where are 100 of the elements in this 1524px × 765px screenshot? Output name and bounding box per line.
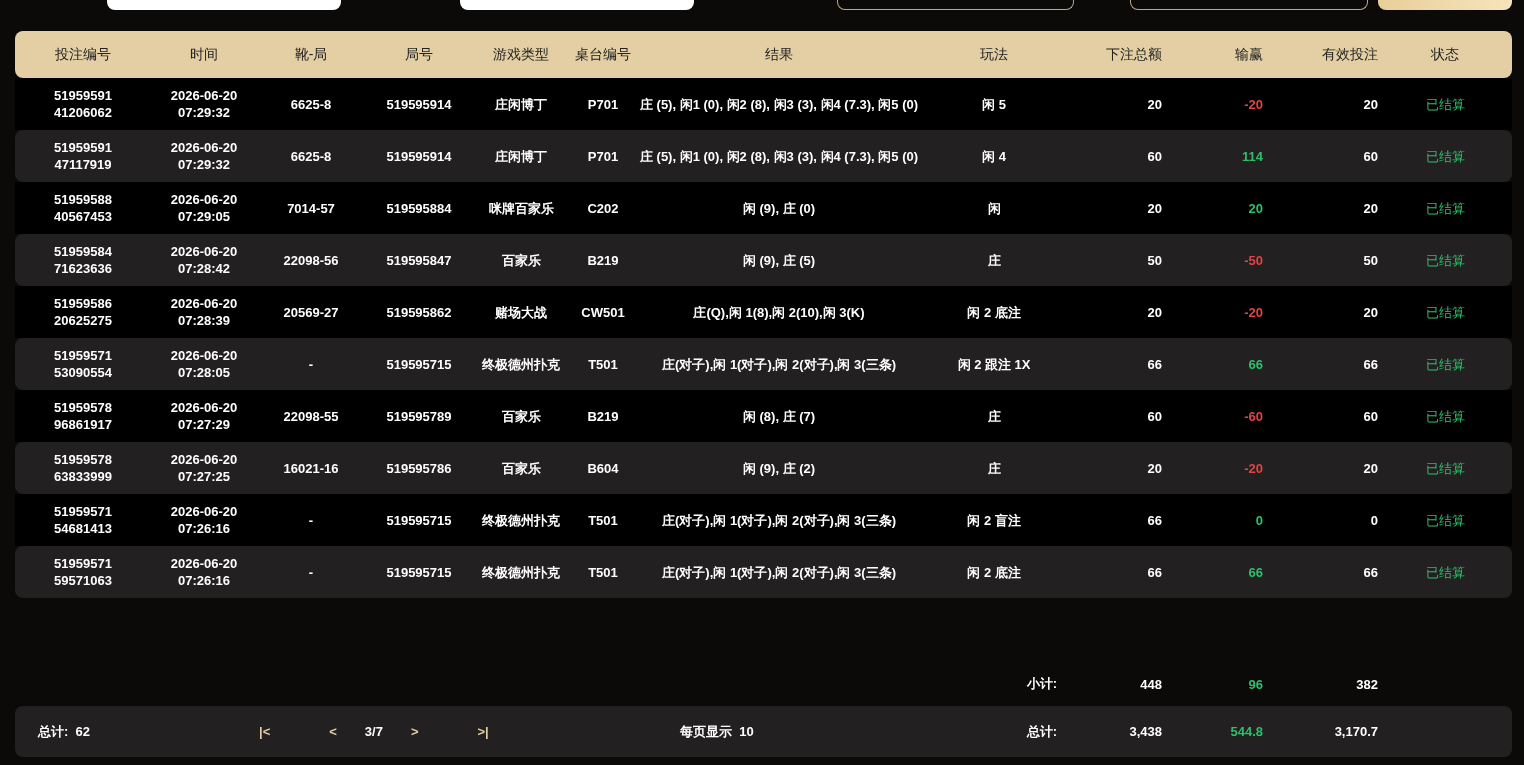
- bet-id: 5195958471623636: [53, 243, 113, 277]
- bet-total: 20: [1146, 459, 1162, 477]
- shoe-round: -: [307, 511, 315, 529]
- win-loss: -20: [1244, 303, 1263, 321]
- bet-total: 50: [1146, 251, 1162, 269]
- valid-bet: 66: [1362, 563, 1378, 581]
- column-header: 投注编号: [54, 45, 112, 64]
- game-type: 终极德州扑克: [481, 511, 561, 529]
- bet-time: 2026-06-20 07:26:16: [169, 555, 239, 589]
- status-text: 已结算: [1424, 407, 1466, 425]
- game-type: 百家乐: [500, 459, 542, 477]
- result-text: 庄 (5), 闲1 (0), 闲2 (8), 闲3 (3), 闲4 (7.3), 闲5 (0): [638, 95, 920, 113]
- bet-type: 庄: [986, 251, 1002, 269]
- column-header: 下注总额: [1105, 45, 1162, 64]
- page-indicator: 3/7: [364, 724, 383, 739]
- valid-bet: 60: [1362, 147, 1378, 165]
- input-field[interactable]: [837, 0, 1075, 10]
- total-bet-total: 3,438: [1128, 724, 1162, 739]
- shoe-round: 6625-8: [289, 147, 333, 165]
- column-header: 输赢: [1234, 45, 1263, 64]
- status-text: 已结算: [1424, 563, 1466, 581]
- prev-page-button[interactable]: <: [329, 724, 337, 739]
- shoe-round: 6625-8: [289, 95, 333, 113]
- bet-type: 闲 4: [981, 147, 1007, 165]
- column-header: 有效投注: [1321, 45, 1378, 64]
- shoe-round: -: [307, 563, 315, 581]
- table-id: P701: [586, 147, 620, 165]
- bet-type: 闲 2 底注: [966, 563, 1022, 581]
- round-id: 519595789: [385, 407, 453, 425]
- first-page-button[interactable]: |<: [259, 724, 271, 739]
- bet-time: 2026-06-20 07:28:42: [169, 243, 239, 277]
- result-text: 庄(对子),闲 1(对子),闲 2(对子),闲 3(三条): [661, 563, 897, 581]
- shoe-round: 22098-55: [282, 407, 340, 425]
- column-header: 靴-局: [293, 45, 329, 64]
- game-type: 咪牌百家乐: [487, 199, 555, 217]
- input-field[interactable]: [107, 0, 342, 10]
- table-id: T501: [587, 355, 619, 373]
- game-type: 庄闲博丁: [494, 147, 548, 165]
- subtotal-win-loss: 96: [1247, 676, 1263, 692]
- shoe-round: 22098-56: [282, 251, 340, 269]
- page-size: 每页显示 10: [679, 722, 754, 741]
- round-id: 519595862: [385, 303, 453, 321]
- status-text: 已结算: [1424, 95, 1466, 113]
- valid-bet: 60: [1362, 407, 1378, 425]
- total-valid-bet: 3,170.7: [1333, 724, 1378, 739]
- table-id: T501: [587, 563, 619, 581]
- game-type: 庄闲博丁: [494, 95, 548, 113]
- subtotal-label: 小计:: [1026, 675, 1058, 693]
- status-text: 已结算: [1424, 147, 1466, 165]
- win-loss: 114: [1242, 147, 1263, 165]
- game-type: 百家乐: [500, 407, 542, 425]
- bet-time: 2026-06-20 07:28:05: [169, 347, 239, 381]
- bet-total: 66: [1146, 563, 1162, 581]
- total-win-loss: 544.8: [1229, 724, 1263, 739]
- bet-total: 66: [1146, 355, 1162, 373]
- bet-type: 闲 2 跟注 1X: [956, 355, 1032, 373]
- valid-bet: 50: [1362, 251, 1378, 269]
- win-loss: -20: [1244, 95, 1263, 113]
- round-id: 519595884: [385, 199, 453, 217]
- win-loss: -60: [1244, 407, 1263, 425]
- column-header: 结果: [764, 45, 794, 64]
- win-loss: -20: [1244, 459, 1263, 477]
- result-text: 闲 (8), 庄 (7): [741, 407, 817, 425]
- input-field[interactable]: [1130, 0, 1368, 10]
- game-type: 终极德州扑克: [481, 563, 561, 581]
- status-text: 已结算: [1424, 251, 1466, 269]
- table-id: C202: [586, 199, 620, 217]
- status-text: 已结算: [1424, 459, 1466, 477]
- last-page-button[interactable]: >|: [477, 724, 489, 739]
- column-header: 玩法: [979, 45, 1009, 64]
- bet-type: 庄: [986, 459, 1002, 477]
- next-page-button[interactable]: >: [410, 724, 419, 739]
- bet-id: 5195959141206062: [53, 87, 113, 121]
- result-text: 庄 (5), 闲1 (0), 闲2 (8), 闲3 (3), 闲4 (7.3), 闲5 (0): [638, 147, 920, 165]
- bet-total: 20: [1146, 303, 1162, 321]
- valid-bet: 20: [1362, 95, 1378, 113]
- bet-id: 5195957896861917: [53, 399, 113, 433]
- bet-type: 闲 2 底注: [966, 303, 1022, 321]
- result-text: 闲 (9), 庄 (0): [741, 199, 817, 217]
- action-button[interactable]: [1377, 0, 1512, 10]
- bet-type: 闲 2 盲注: [966, 511, 1022, 529]
- win-loss: 66: [1248, 563, 1263, 581]
- round-id: 519595847: [385, 251, 453, 269]
- bet-time: 2026-06-20 07:26:16: [169, 503, 239, 537]
- result-text: 闲 (9), 庄 (2): [741, 459, 817, 477]
- total-label: 总计:: [1026, 722, 1058, 741]
- bet-total: 20: [1146, 95, 1162, 113]
- bet-type: 闲: [986, 199, 1002, 217]
- input-field[interactable]: [460, 0, 695, 10]
- bet-time: 2026-06-20 07:28:39: [169, 295, 239, 329]
- bet-total: 66: [1146, 511, 1162, 529]
- status-text: 已结算: [1424, 511, 1466, 529]
- valid-bet: 66: [1362, 355, 1378, 373]
- game-type: 百家乐: [500, 251, 542, 269]
- bet-time: 2026-06-20 07:29:32: [169, 87, 239, 121]
- win-loss: 0: [1255, 511, 1263, 529]
- bet-type: 闲 5: [981, 95, 1007, 113]
- table-id: B219: [586, 251, 620, 269]
- result-text: 庄(对子),闲 1(对子),闲 2(对子),闲 3(三条): [661, 511, 897, 529]
- column-header: 游戏类型: [492, 45, 550, 64]
